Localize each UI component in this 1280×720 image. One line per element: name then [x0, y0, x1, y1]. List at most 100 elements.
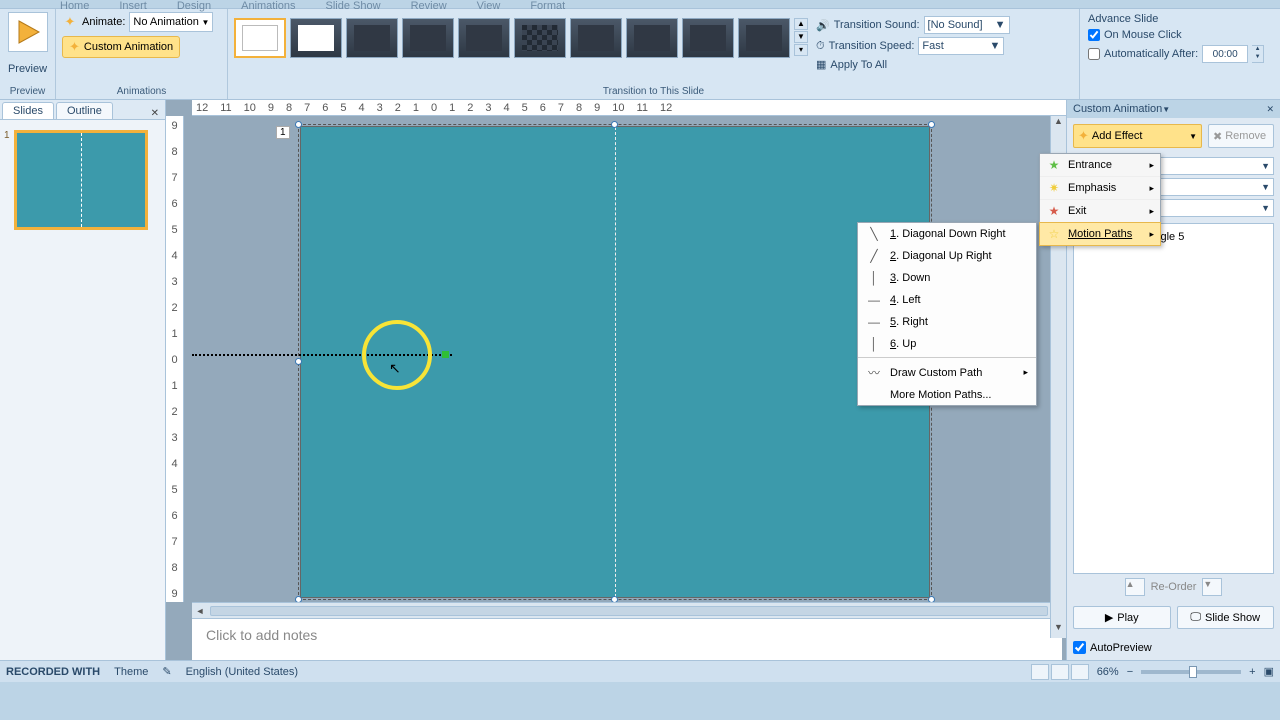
apply-icon: ▦: [816, 58, 826, 71]
animations-group-label: Animations: [62, 86, 221, 99]
reorder-down[interactable]: ▼: [1202, 578, 1222, 596]
motion-paths-icon: ☆: [1046, 226, 1062, 242]
trans-speed-combo[interactable]: Fast▼: [918, 37, 1004, 55]
animate-combo[interactable]: No Animation▼: [129, 12, 213, 32]
diag-up-icon: ╱: [866, 249, 882, 263]
advance-group: Advance Slide On Mouse Click Automatical…: [1080, 9, 1280, 99]
right-icon: —: [866, 315, 882, 329]
apply-to-all-button[interactable]: ▦ Apply To All: [816, 58, 1010, 71]
tab-slides[interactable]: Slides: [2, 102, 54, 119]
transition-none[interactable]: [234, 18, 286, 58]
play-button[interactable]: ▶ Play: [1073, 606, 1171, 629]
trans-sound-label: Transition Sound:: [834, 19, 920, 31]
zoom-in[interactable]: +: [1249, 666, 1255, 678]
reorder-label: Re-Order: [1151, 581, 1197, 593]
mp-down[interactable]: │ 3. Down: [858, 267, 1036, 289]
auto-after-checkbox[interactable]: [1088, 48, 1100, 60]
transition-8[interactable]: [626, 18, 678, 58]
horizontal-scrollbar[interactable]: ◄►: [192, 602, 1066, 618]
transition-options: 🔊 Transition Sound: [No Sound]▼ ⏱ Transi…: [808, 12, 1018, 74]
exit-icon: ★: [1046, 203, 1062, 219]
menu-exit[interactable]: ★ Exit▸: [1040, 200, 1160, 223]
remove-button[interactable]: ✖ Remove: [1208, 124, 1274, 148]
transition-gallery[interactable]: ▲ ▼ ▾: [234, 12, 808, 74]
mp-right[interactable]: — 5. Right: [858, 311, 1036, 333]
mp-up[interactable]: │ 6. Up: [858, 333, 1036, 355]
autopreview-checkbox[interactable]: [1073, 641, 1086, 654]
recorded-label: RECORDED WITH: [6, 666, 100, 678]
notes-pane[interactable]: Click to add notes: [192, 618, 1062, 660]
zoom-slider[interactable]: [1141, 670, 1241, 674]
diag-down-icon: ╲: [866, 227, 882, 241]
transition-group: ▲ ▼ ▾ 🔊 Transition Sound: [No Sound]▼ ⏱ …: [228, 9, 1080, 99]
fit-icon[interactable]: ▣: [1264, 665, 1274, 678]
gallery-down[interactable]: ▼: [794, 31, 808, 43]
custom-animation-button[interactable]: ✦ Custom Animation: [62, 36, 180, 58]
transition-3[interactable]: [346, 18, 398, 58]
lang-label[interactable]: English (United States): [186, 666, 299, 678]
close-slides-panel[interactable]: ✕: [145, 108, 165, 119]
transition-7[interactable]: [570, 18, 622, 58]
status-bar: RECORDED WITH Theme ✎ English (United St…: [0, 660, 1280, 682]
autopreview-label: AutoPreview: [1090, 642, 1152, 654]
transition-6[interactable]: [514, 18, 566, 58]
menu-motion-paths[interactable]: ☆ Motion Paths▸: [1039, 222, 1161, 246]
on-click-label: On Mouse Click: [1104, 29, 1182, 41]
ca-close[interactable]: ✕: [1266, 104, 1274, 115]
zoom-value[interactable]: 66%: [1097, 666, 1119, 678]
animation-tag[interactable]: 1: [276, 126, 290, 139]
auto-after-value[interactable]: 00:00: [1202, 45, 1248, 63]
transition-5[interactable]: [458, 18, 510, 58]
gallery-up[interactable]: ▲: [794, 18, 808, 30]
path-end-marker[interactable]: [442, 351, 449, 358]
thumb-index: 1: [4, 130, 10, 230]
tab-outline[interactable]: Outline: [56, 102, 113, 119]
slideshow-button[interactable]: 🖵 Slide Show: [1177, 606, 1275, 629]
cursor-icon: ↖: [389, 360, 401, 377]
trans-sound-combo[interactable]: [No Sound]▼: [924, 16, 1010, 34]
horizontal-ruler: 121110 987 654 321 012 345 678 91011 12: [192, 100, 1066, 116]
mp-more[interactable]: More Motion Paths...: [858, 385, 1036, 405]
mp-left[interactable]: — 4. Left: [858, 289, 1036, 311]
remove-icon: ✖: [1213, 130, 1222, 143]
zoom-out[interactable]: −: [1127, 666, 1133, 678]
vertical-ruler: 987 654 321 012 345 678 9: [166, 116, 184, 602]
effects-list[interactable]: 1 🖱 — Rectangle 5: [1073, 223, 1274, 574]
preview-group: Preview Preview: [0, 9, 56, 99]
transition-10[interactable]: [738, 18, 790, 58]
add-effect-menu[interactable]: ★ Entrance▸ ✷ Emphasis▸ ★ Exit▸ ☆ Motion…: [1039, 153, 1161, 246]
advance-title: Advance Slide: [1088, 13, 1272, 25]
animate-label: Animate:: [82, 16, 125, 28]
transition-group-label: Transition to This Slide: [234, 86, 1073, 99]
reorder-up[interactable]: ▲: [1125, 578, 1145, 596]
menu-emphasis[interactable]: ✷ Emphasis▸: [1040, 177, 1160, 200]
motion-paths-submenu[interactable]: ╲ 1. Diagonal Down Right ╱ 2. Diagonal U…: [857, 222, 1037, 406]
ca-menu-dropdown[interactable]: ▼: [1162, 105, 1170, 114]
transition-2[interactable]: [290, 18, 342, 58]
auto-after-spinner[interactable]: ▲▼: [1252, 45, 1264, 63]
ribbon: Preview Preview ✦ Animate: No Animation▼…: [0, 8, 1280, 100]
ca-title-label: Custom Animation: [1073, 103, 1162, 115]
mp-diagonal-down-right[interactable]: ╲ 1. Diagonal Down Right: [858, 223, 1036, 245]
main-menu: HomeInsertDesign AnimationsSlide ShowRev…: [0, 0, 1280, 8]
preview-label: Preview: [8, 63, 47, 75]
transition-4[interactable]: [402, 18, 454, 58]
on-click-checkbox[interactable]: [1088, 29, 1100, 41]
transition-9[interactable]: [682, 18, 734, 58]
sound-icon: 🔊: [816, 19, 830, 32]
speed-icon: ⏱: [816, 40, 825, 53]
gallery-more[interactable]: ▾: [794, 44, 808, 56]
animate-icon: ✦: [62, 14, 78, 30]
preview-group-label: Preview: [10, 86, 46, 99]
mp-diagonal-up-right[interactable]: ╱ 2. Diagonal Up Right: [858, 245, 1036, 267]
preview-button[interactable]: [8, 12, 48, 52]
animations-group: ✦ Animate: No Animation▼ ✦ Custom Animat…: [56, 9, 228, 99]
add-effect-button[interactable]: ✦ Add Effect▼: [1073, 124, 1202, 148]
slide-thumbnail-1[interactable]: [14, 130, 148, 230]
mp-draw-custom[interactable]: 〰 Draw Custom Path▸: [858, 360, 1036, 385]
view-buttons[interactable]: [1031, 664, 1089, 680]
slides-panel: Slides Outline ✕ 1: [0, 100, 166, 660]
menu-entrance[interactable]: ★ Entrance▸: [1040, 154, 1160, 177]
down-icon: │: [866, 271, 882, 285]
star-icon: ✦: [1078, 128, 1089, 144]
